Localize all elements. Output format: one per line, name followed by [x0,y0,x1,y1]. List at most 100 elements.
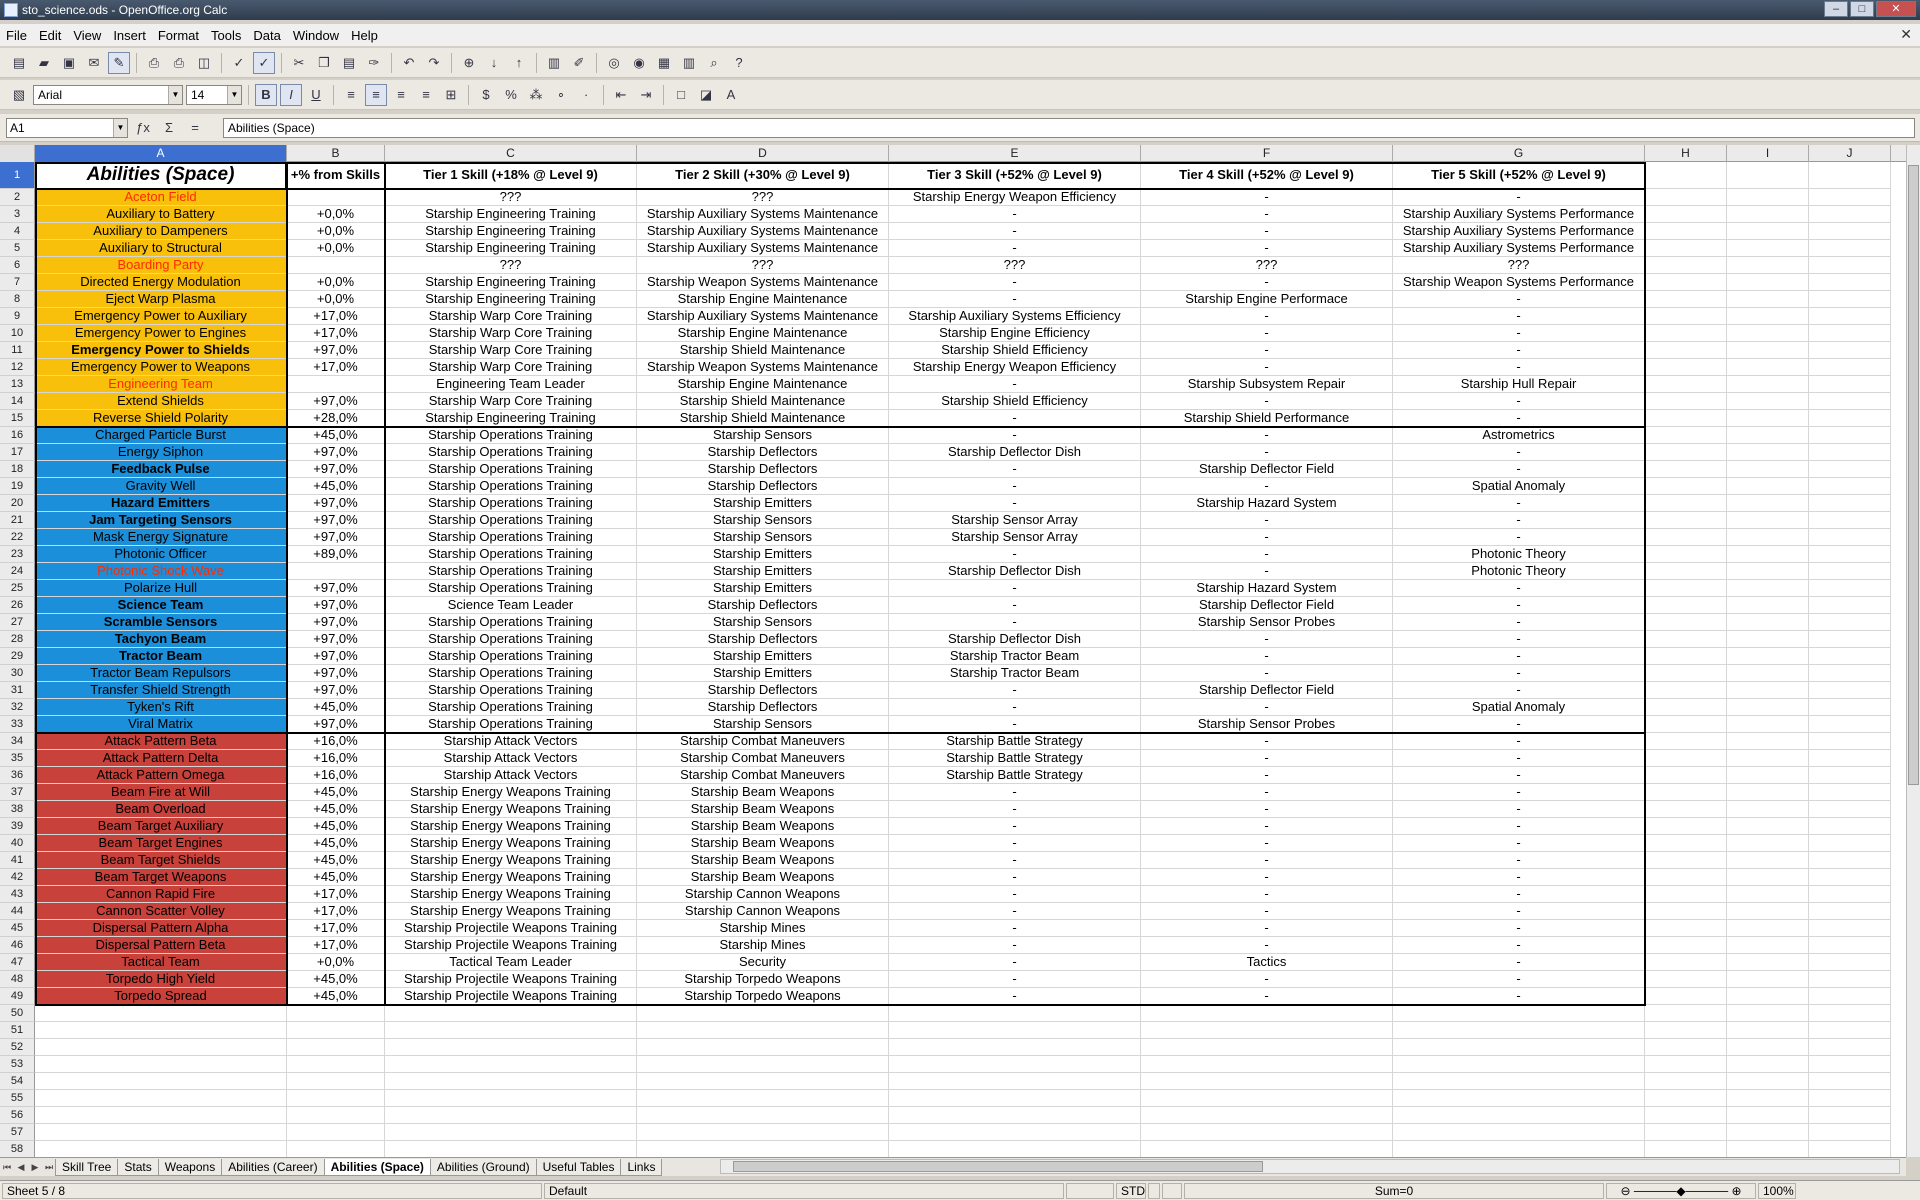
empty-cell[interactable] [1645,937,1727,954]
empty-cell[interactable] [1809,733,1891,750]
empty-cell[interactable] [1645,206,1727,223]
ability-name-cell[interactable]: Attack Pattern Delta [35,750,287,767]
tier4-skill-cell[interactable]: - [1141,886,1393,903]
empty-cell[interactable] [1141,1141,1393,1157]
tier5-skill-cell[interactable]: - [1393,597,1645,614]
tier1-skill-cell[interactable]: Starship Attack Vectors [385,767,637,784]
empty-cell[interactable] [1809,495,1891,512]
add-decimal-icon[interactable]: ∘ [550,84,572,106]
empty-cell[interactable] [889,1073,1141,1090]
tier5-skill-cell[interactable]: - [1393,461,1645,478]
close-window-button[interactable]: ✕ [1876,1,1916,17]
tier1-skill-cell[interactable]: Starship Energy Weapons Training [385,801,637,818]
tier1-skill-cell[interactable]: ??? [385,257,637,274]
empty-cell[interactable] [1645,189,1727,206]
tier4-skill-cell[interactable]: Starship Engine Performace [1141,291,1393,308]
empty-cell[interactable] [1809,767,1891,784]
empty-cell[interactable] [1727,648,1809,665]
tier1-skill-cell[interactable]: Starship Engineering Training [385,291,637,308]
tier2-skill-cell[interactable]: Starship Deflectors [637,444,889,461]
draw-functions-icon[interactable]: ✐ [568,52,590,74]
delete-decimal-icon[interactable]: ∙ [575,84,597,106]
empty-cell[interactable] [1809,716,1891,733]
tier4-skill-cell[interactable]: - [1141,342,1393,359]
ability-name-cell[interactable]: Scramble Sensors [35,614,287,631]
standard-format-icon[interactable]: ⁂ [525,84,547,106]
ability-name-cell[interactable]: Reverse Shield Polarity [35,410,287,427]
tier2-skill-cell[interactable]: Starship Deflectors [637,699,889,716]
row-header[interactable]: 56 [0,1107,35,1124]
font-name-select[interactable]: Arial ▼ [33,84,183,105]
empty-cell[interactable] [1727,699,1809,716]
email-icon[interactable]: ✉ [83,52,105,74]
tier1-skill-cell[interactable]: Starship Energy Weapons Training [385,784,637,801]
empty-cell[interactable] [1727,495,1809,512]
empty-cell[interactable] [1645,767,1727,784]
menu-data[interactable]: Data [247,28,286,43]
sort-descending-icon[interactable]: ↑ [508,52,530,74]
empty-cell[interactable] [1809,1073,1891,1090]
empty-cell[interactable] [35,1022,287,1039]
empty-cell[interactable] [637,1073,889,1090]
empty-cell[interactable] [637,1090,889,1107]
empty-cell[interactable] [1645,1090,1727,1107]
sheet-tab-abilities-career[interactable]: Abilities (Career) [221,1158,325,1176]
tier1-skill-cell[interactable]: Starship Energy Weapons Training [385,852,637,869]
empty-cell[interactable] [1809,818,1891,835]
empty-cell[interactable] [1727,291,1809,308]
tier3-skill-cell[interactable]: Starship Deflector Dish [889,444,1141,461]
empty-cell[interactable] [1727,325,1809,342]
tier4-skill-cell[interactable]: - [1141,631,1393,648]
tier3-skill-cell[interactable]: - [889,580,1141,597]
skill-bonus-cell[interactable]: +45,0% [287,784,385,801]
empty-cell[interactable] [1141,1039,1393,1056]
italic-icon[interactable]: I [280,83,302,106]
empty-cell[interactable] [1141,1090,1393,1107]
row-header[interactable]: 39 [0,818,35,835]
empty-cell[interactable] [1393,1124,1645,1141]
empty-cell[interactable] [1727,444,1809,461]
ability-name-cell[interactable]: Transfer Shield Strength [35,682,287,699]
tier4-skill-cell[interactable]: - [1141,665,1393,682]
row-header[interactable]: 35 [0,750,35,767]
column-header-e[interactable]: E [889,145,1141,162]
empty-cell[interactable] [1645,1107,1727,1124]
skill-bonus-cell[interactable]: +0,0% [287,223,385,240]
row-header[interactable]: 22 [0,529,35,546]
empty-cell[interactable] [1645,223,1727,240]
tier1-skill-cell[interactable]: Engineering Team Leader [385,376,637,393]
empty-cell[interactable] [385,1107,637,1124]
empty-cell[interactable] [35,1073,287,1090]
tier5-skill-cell[interactable]: - [1393,750,1645,767]
align-center-icon[interactable]: ≡ [365,83,387,106]
empty-cell[interactable] [385,1090,637,1107]
tier1-skill-cell[interactable]: Starship Warp Core Training [385,359,637,376]
sheet-tab-weapons[interactable]: Weapons [157,1158,223,1176]
empty-cell[interactable] [1809,835,1891,852]
row-header[interactable]: 14 [0,393,35,410]
tier4-skill-cell[interactable]: - [1141,801,1393,818]
empty-cell[interactable] [637,1107,889,1124]
column-header-i[interactable]: I [1727,145,1809,162]
empty-cell[interactable] [1809,580,1891,597]
empty-cell[interactable] [1809,869,1891,886]
tier4-skill-cell[interactable]: - [1141,444,1393,461]
tier4-skill-cell[interactable]: - [1141,393,1393,410]
empty-cell[interactable] [1645,410,1727,427]
tier2-skill-cell[interactable]: Starship Combat Maneuvers [637,750,889,767]
skill-bonus-cell[interactable]: +0,0% [287,206,385,223]
empty-cell[interactable] [1141,1022,1393,1039]
empty-cell[interactable] [1727,393,1809,410]
tier1-skill-cell[interactable]: Starship Warp Core Training [385,308,637,325]
edit-file-icon[interactable]: ✎ [108,51,130,74]
empty-cell[interactable] [1727,869,1809,886]
empty-cell[interactable] [1809,631,1891,648]
empty-cell[interactable] [385,1124,637,1141]
tier5-skill-cell[interactable]: - [1393,971,1645,988]
ability-name-cell[interactable]: Emergency Power to Weapons [35,359,287,376]
ability-name-cell[interactable]: Cannon Rapid Fire [35,886,287,903]
empty-cell[interactable] [1645,461,1727,478]
tier2-skill-cell[interactable]: Starship Beam Weapons [637,784,889,801]
skill-bonus-cell[interactable]: +16,0% [287,733,385,750]
tier1-skill-cell[interactable]: ??? [385,189,637,206]
